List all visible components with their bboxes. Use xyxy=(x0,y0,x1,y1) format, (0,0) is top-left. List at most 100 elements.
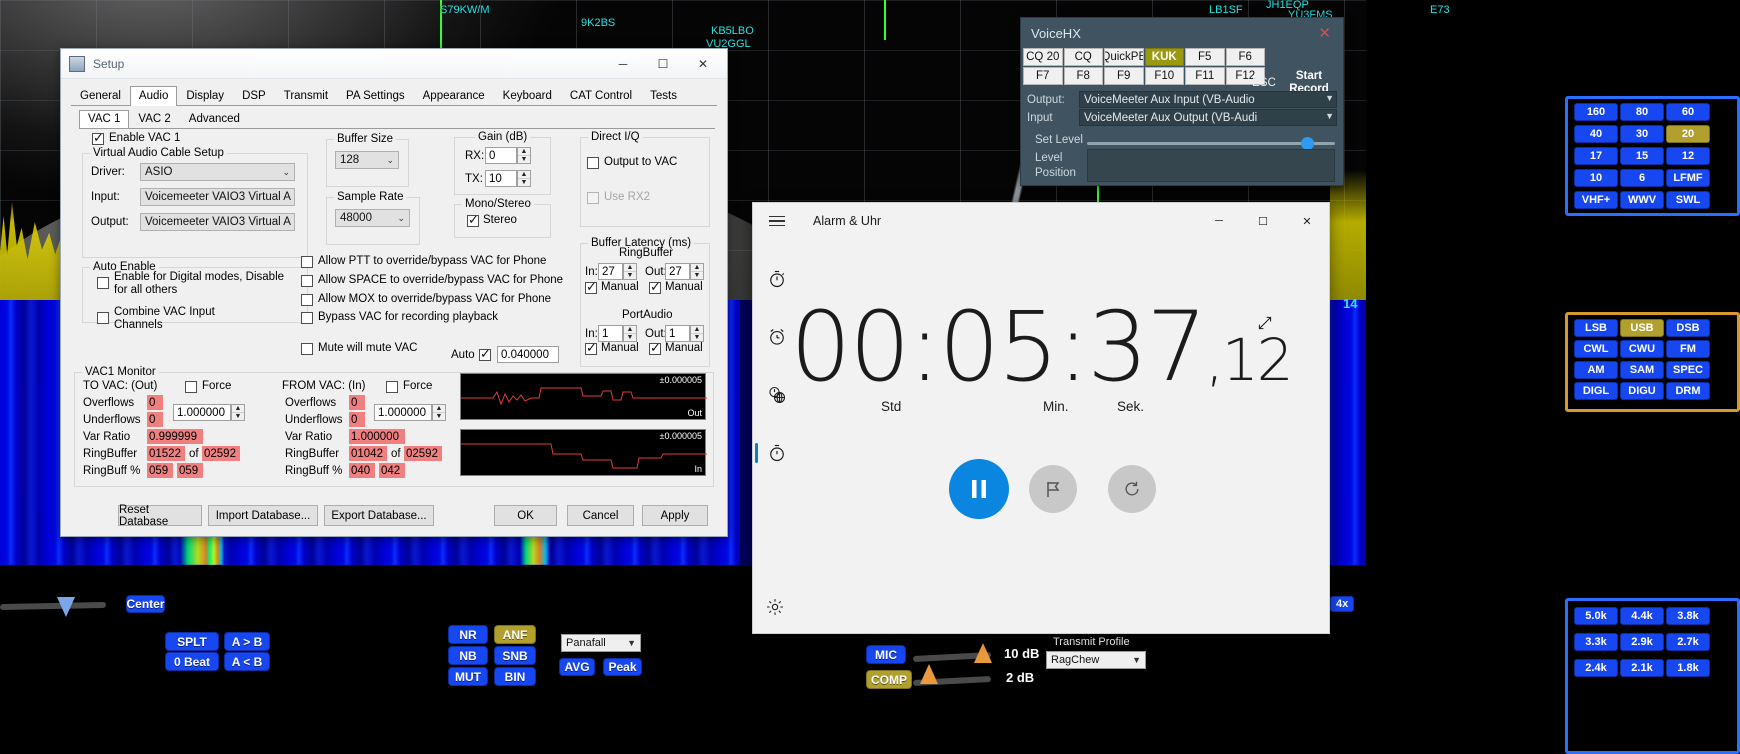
pa-in-stepper[interactable]: ▲ ▼ xyxy=(623,325,637,342)
minimize-button[interactable]: ─ xyxy=(603,49,643,78)
ok-button[interactable]: OK xyxy=(494,505,557,526)
auto-value-input[interactable]: 0.040000 xyxy=(497,346,559,363)
split-button[interactable]: SPLT xyxy=(165,632,219,651)
mode-button-cwl[interactable]: CWL xyxy=(1574,340,1618,358)
band-button-6[interactable]: 6 xyxy=(1620,169,1664,187)
rb-out-stepper[interactable]: ▲ ▼ xyxy=(690,263,704,280)
subtab-vac2[interactable]: VAC 2 xyxy=(129,110,179,128)
band-button-17[interactable]: 17 xyxy=(1574,147,1618,165)
enable-vac1-checkbox[interactable] xyxy=(92,130,104,146)
voicehx-output-select[interactable]: VoiceMeeter Aux Input (VB-Audio ▼ xyxy=(1079,91,1337,108)
fkey-cq[interactable]: CQ xyxy=(1063,48,1103,66)
close-button[interactable]: ✕ xyxy=(683,49,723,78)
filter-button-1k8[interactable]: 1.8k xyxy=(1666,659,1710,677)
band-button-wwv[interactable]: WWV xyxy=(1620,191,1664,209)
allow-space-checkbox[interactable] xyxy=(301,275,313,287)
reset-database-button[interactable]: Reset Database xyxy=(118,504,202,528)
tab-appearance[interactable]: Appearance xyxy=(414,86,494,106)
avg-button[interactable]: AVG xyxy=(559,658,595,676)
bin-button[interactable]: BIN xyxy=(494,667,536,686)
band-button-20[interactable]: 20 xyxy=(1666,125,1710,143)
rb-in-stepper[interactable]: ▲ ▼ xyxy=(623,263,637,280)
auto-enable-checkbox[interactable] xyxy=(97,277,109,289)
tab-keyboard[interactable]: Keyboard xyxy=(494,86,561,106)
band-button-30[interactable]: 30 xyxy=(1620,125,1664,143)
fkey-f10[interactable]: F10 xyxy=(1144,67,1184,85)
vac-output-select[interactable]: Voicemeeter VAIO3 Virtual A ⌄ xyxy=(140,213,295,231)
rb-out-input[interactable]: 27 xyxy=(665,263,690,280)
fkey-f9[interactable]: F9 xyxy=(1104,67,1144,85)
alarm-clock-window[interactable]: Alarm & Uhr ─ ☐ ✕ 00:05:37,12 Std Min. S… xyxy=(752,202,1330,634)
mode-button-dsb[interactable]: DSB xyxy=(1666,319,1710,337)
maximize-button[interactable]: ☐ xyxy=(643,49,683,78)
filter-button-3k3[interactable]: 3.3k xyxy=(1574,633,1618,651)
subtab-vac1[interactable]: VAC 1 xyxy=(79,110,130,128)
output-to-vac-checkbox[interactable] xyxy=(587,157,599,169)
comp-button[interactable]: COMP xyxy=(866,670,912,689)
tx-gain-stepper[interactable]: ▲ ▼ xyxy=(517,170,531,187)
out-force-checkbox[interactable] xyxy=(185,381,197,393)
tab-tests[interactable]: Tests xyxy=(641,86,686,106)
close-icon[interactable]: ✕ xyxy=(1312,24,1337,42)
band-button-10[interactable]: 10 xyxy=(1574,169,1618,187)
pa-in-input[interactable]: 1 xyxy=(598,325,623,342)
in-force-checkbox[interactable] xyxy=(386,381,398,393)
expand-icon[interactable] xyxy=(1257,315,1273,336)
pa-out-manual-checkbox[interactable] xyxy=(649,340,661,356)
pa-in-manual-checkbox[interactable] xyxy=(585,340,597,356)
mode-button-drm[interactable]: DRM xyxy=(1666,382,1710,400)
setup-dialog[interactable]: Setup ─ ☐ ✕ General Audio Display DSP Tr… xyxy=(60,48,728,537)
reset-button[interactable] xyxy=(1108,465,1156,513)
buffer-size-select[interactable]: 128 ⌄ xyxy=(335,151,399,169)
pause-button[interactable] xyxy=(949,459,1009,519)
mode-button-cwu[interactable]: CWU xyxy=(1620,340,1664,358)
set-level-slider-track[interactable] xyxy=(1087,142,1335,145)
voicehx-input-select[interactable]: VoiceMeeter Aux Output (VB-Audi ▼ xyxy=(1079,109,1337,126)
out-force-stepper[interactable]: ▲ ▼ xyxy=(231,404,245,421)
transmit-profile-select[interactable]: RagChew ▼ xyxy=(1046,651,1146,669)
rx-gain-stepper[interactable]: ▲ ▼ xyxy=(517,147,531,164)
filter-button-5k0[interactable]: 5.0k xyxy=(1574,607,1618,625)
tab-display[interactable]: Display xyxy=(177,86,233,106)
tab-transmit[interactable]: Transmit xyxy=(275,86,337,106)
fkey-f7[interactable]: F7 xyxy=(1023,67,1063,85)
zero-beat-button[interactable]: 0 Beat xyxy=(165,652,219,671)
rb-in-manual-checkbox[interactable] xyxy=(585,279,597,295)
display-mode-select[interactable]: Panafall ▼ xyxy=(561,634,641,652)
mode-button-fm[interactable]: FM xyxy=(1666,340,1710,358)
fkey-quickpb[interactable]: QuickPB xyxy=(1104,48,1144,66)
allow-mox-checkbox[interactable] xyxy=(301,294,313,306)
fkey-f5[interactable]: F5 xyxy=(1185,48,1225,66)
mute-will-mute-vac-checkbox[interactable] xyxy=(301,343,313,355)
mode-button-digl[interactable]: DIGL xyxy=(1574,382,1618,400)
export-database-button[interactable]: Export Database... xyxy=(324,505,434,526)
in-force-stepper[interactable]: ▲ ▼ xyxy=(432,404,446,421)
band-button-vhf[interactable]: VHF+ xyxy=(1574,191,1618,209)
mode-button-lsb[interactable]: LSB xyxy=(1574,319,1618,337)
a-to-b-button[interactable]: A > B xyxy=(224,632,270,651)
a-from-b-button[interactable]: A < B xyxy=(224,652,270,671)
tab-pa-settings[interactable]: PA Settings xyxy=(337,86,414,106)
mute-button[interactable]: MUT xyxy=(448,667,488,686)
sample-rate-select[interactable]: 48000 ⌄ xyxy=(335,209,410,227)
band-button-swl[interactable]: SWL xyxy=(1666,191,1710,209)
filter-button-2k9[interactable]: 2.9k xyxy=(1620,633,1664,651)
import-database-button[interactable]: Import Database... xyxy=(208,505,318,526)
tx-gain-input[interactable]: 10 xyxy=(485,170,517,187)
stereo-checkbox[interactable] xyxy=(467,212,479,228)
tab-cat-control[interactable]: CAT Control xyxy=(561,86,641,106)
pa-out-input[interactable]: 1 xyxy=(665,325,690,342)
snb-button[interactable]: SNB xyxy=(494,646,536,665)
in-force-value-input[interactable]: 1.000000 xyxy=(374,404,432,421)
nr-button[interactable]: NR xyxy=(448,625,488,644)
nb-button[interactable]: NB xyxy=(448,646,488,665)
rx-gain-input[interactable]: 0 xyxy=(485,147,517,164)
combine-vac-checkbox[interactable] xyxy=(97,312,109,324)
band-button-160[interactable]: 160 xyxy=(1574,103,1618,121)
driver-select[interactable]: ASIO ⌄ xyxy=(140,163,295,181)
center-button[interactable]: Center xyxy=(126,595,165,613)
subtab-advanced[interactable]: Advanced xyxy=(180,110,249,128)
mode-button-usb[interactable]: USB xyxy=(1620,319,1664,337)
fkey-kuk[interactable]: KUK xyxy=(1144,48,1184,66)
band-button-80[interactable]: 80 xyxy=(1620,103,1664,121)
